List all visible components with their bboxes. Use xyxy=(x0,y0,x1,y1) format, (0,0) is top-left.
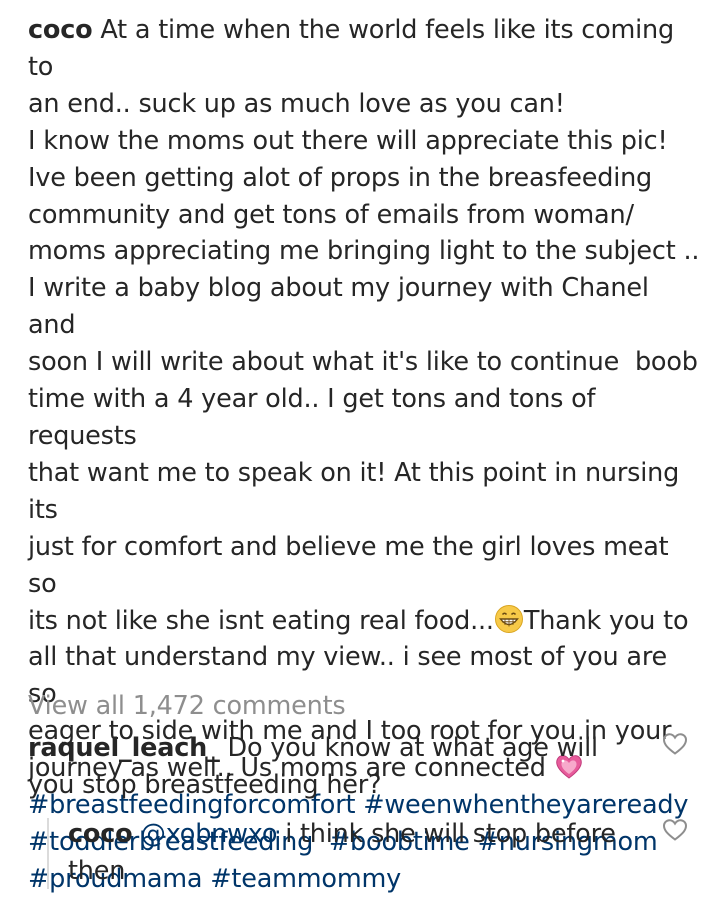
caption-line: At a time when the world feels like its … xyxy=(28,15,682,82)
caption-line: I write a baby blog about my journey wit… xyxy=(28,273,657,341)
caption-line: time with a 4 year old.. I get tons and … xyxy=(28,384,604,451)
reply-thread-line xyxy=(47,818,49,889)
heart-outline-icon[interactable] xyxy=(662,818,688,842)
caption-username[interactable]: coco xyxy=(28,15,93,45)
comment-username[interactable]: coco xyxy=(68,819,133,849)
caption-line: an end.. suck up as much love as you can… xyxy=(28,88,565,119)
caption-line: Ive been getting alot of props in the br… xyxy=(28,162,653,193)
comment: raquel_leach_ Do you know at what age wi… xyxy=(28,730,628,804)
caption-line: I know the moms out there will appreciat… xyxy=(28,125,668,156)
caption-line: Thank you to xyxy=(523,605,689,636)
caption-line: soon I will write about what it's like t… xyxy=(28,347,698,378)
view-all-comments-link[interactable]: View all 1,472 comments xyxy=(28,688,346,725)
heart-outline-icon[interactable] xyxy=(662,732,688,756)
caption-line: its not like she isnt eating real food..… xyxy=(28,605,494,636)
mention-link[interactable]: @xobnwxo xyxy=(140,819,277,849)
caption-line: community and get tons of emails from wo… xyxy=(28,199,634,230)
grinning-face-emoji xyxy=(494,604,523,633)
comment-reply: coco @xobnwxo i think she will stop befo… xyxy=(68,816,628,890)
caption-line: just for comfort and believe me the girl… xyxy=(28,531,677,599)
comment-username[interactable]: raquel_leach_ xyxy=(28,733,220,763)
caption-line: that want me to speak on it! At this poi… xyxy=(28,457,687,525)
caption-line: moms appreciating me bringing light to t… xyxy=(28,236,700,267)
